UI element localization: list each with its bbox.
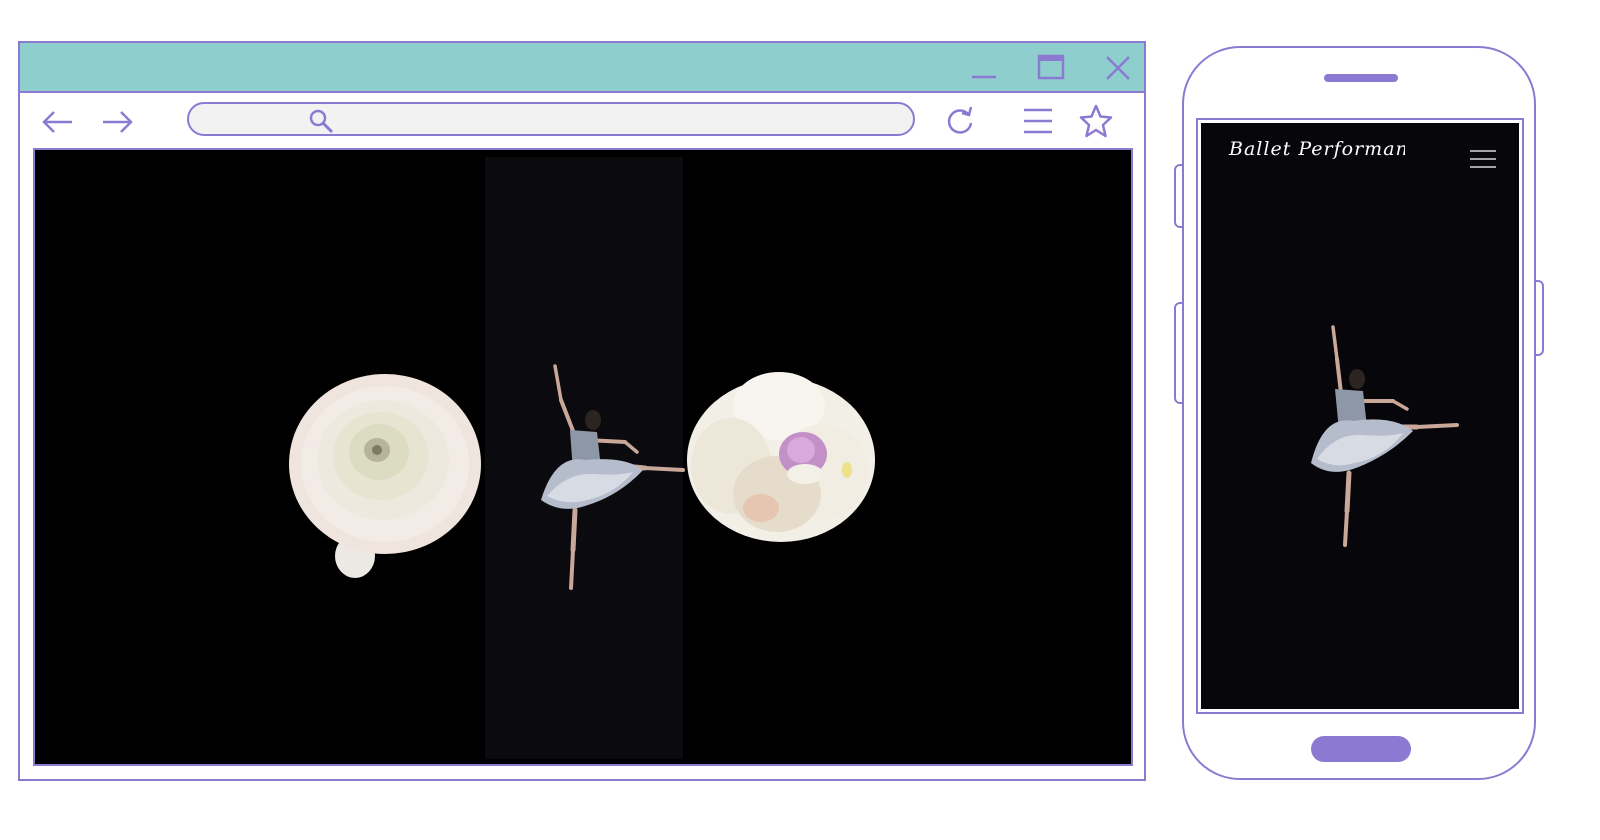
reload-icon[interactable] <box>942 103 978 139</box>
browser-titlebar <box>20 43 1144 93</box>
maximize-icon[interactable] <box>1034 51 1068 85</box>
ballerina-dancer-image <box>1311 325 1459 547</box>
arrow-right-icon[interactable] <box>98 105 136 139</box>
address-bar[interactable] <box>187 102 915 136</box>
ballerina-dancer-image <box>541 364 685 590</box>
hamburger-menu-icon[interactable] <box>1020 103 1056 139</box>
phone-home-button[interactable] <box>1311 736 1411 762</box>
mobile-page: Ballet Performance <box>1201 123 1519 709</box>
browser-toolbar <box>20 93 1144 149</box>
browser-viewport <box>33 148 1133 766</box>
minimize-icon[interactable] <box>967 51 1001 85</box>
site-logo-text: Ballet Performance <box>1228 138 1405 160</box>
phone-speaker <box>1324 74 1398 82</box>
white-ranunculus-flower-image <box>289 374 481 578</box>
star-icon[interactable] <box>1078 103 1114 139</box>
close-icon[interactable] <box>1101 51 1135 85</box>
hamburger-menu-icon[interactable] <box>1468 148 1498 172</box>
search-icon <box>307 107 335 135</box>
address-input[interactable] <box>339 108 883 132</box>
mobile-screen: Ballet Performance <box>1196 118 1524 714</box>
site-logo[interactable]: Ballet Performance <box>1225 131 1405 193</box>
arrow-left-icon[interactable] <box>39 105 77 139</box>
peony-bouquet-image <box>687 372 875 542</box>
mobile-phone-frame: Ballet Performance <box>1182 46 1536 780</box>
browser-window <box>18 41 1146 781</box>
